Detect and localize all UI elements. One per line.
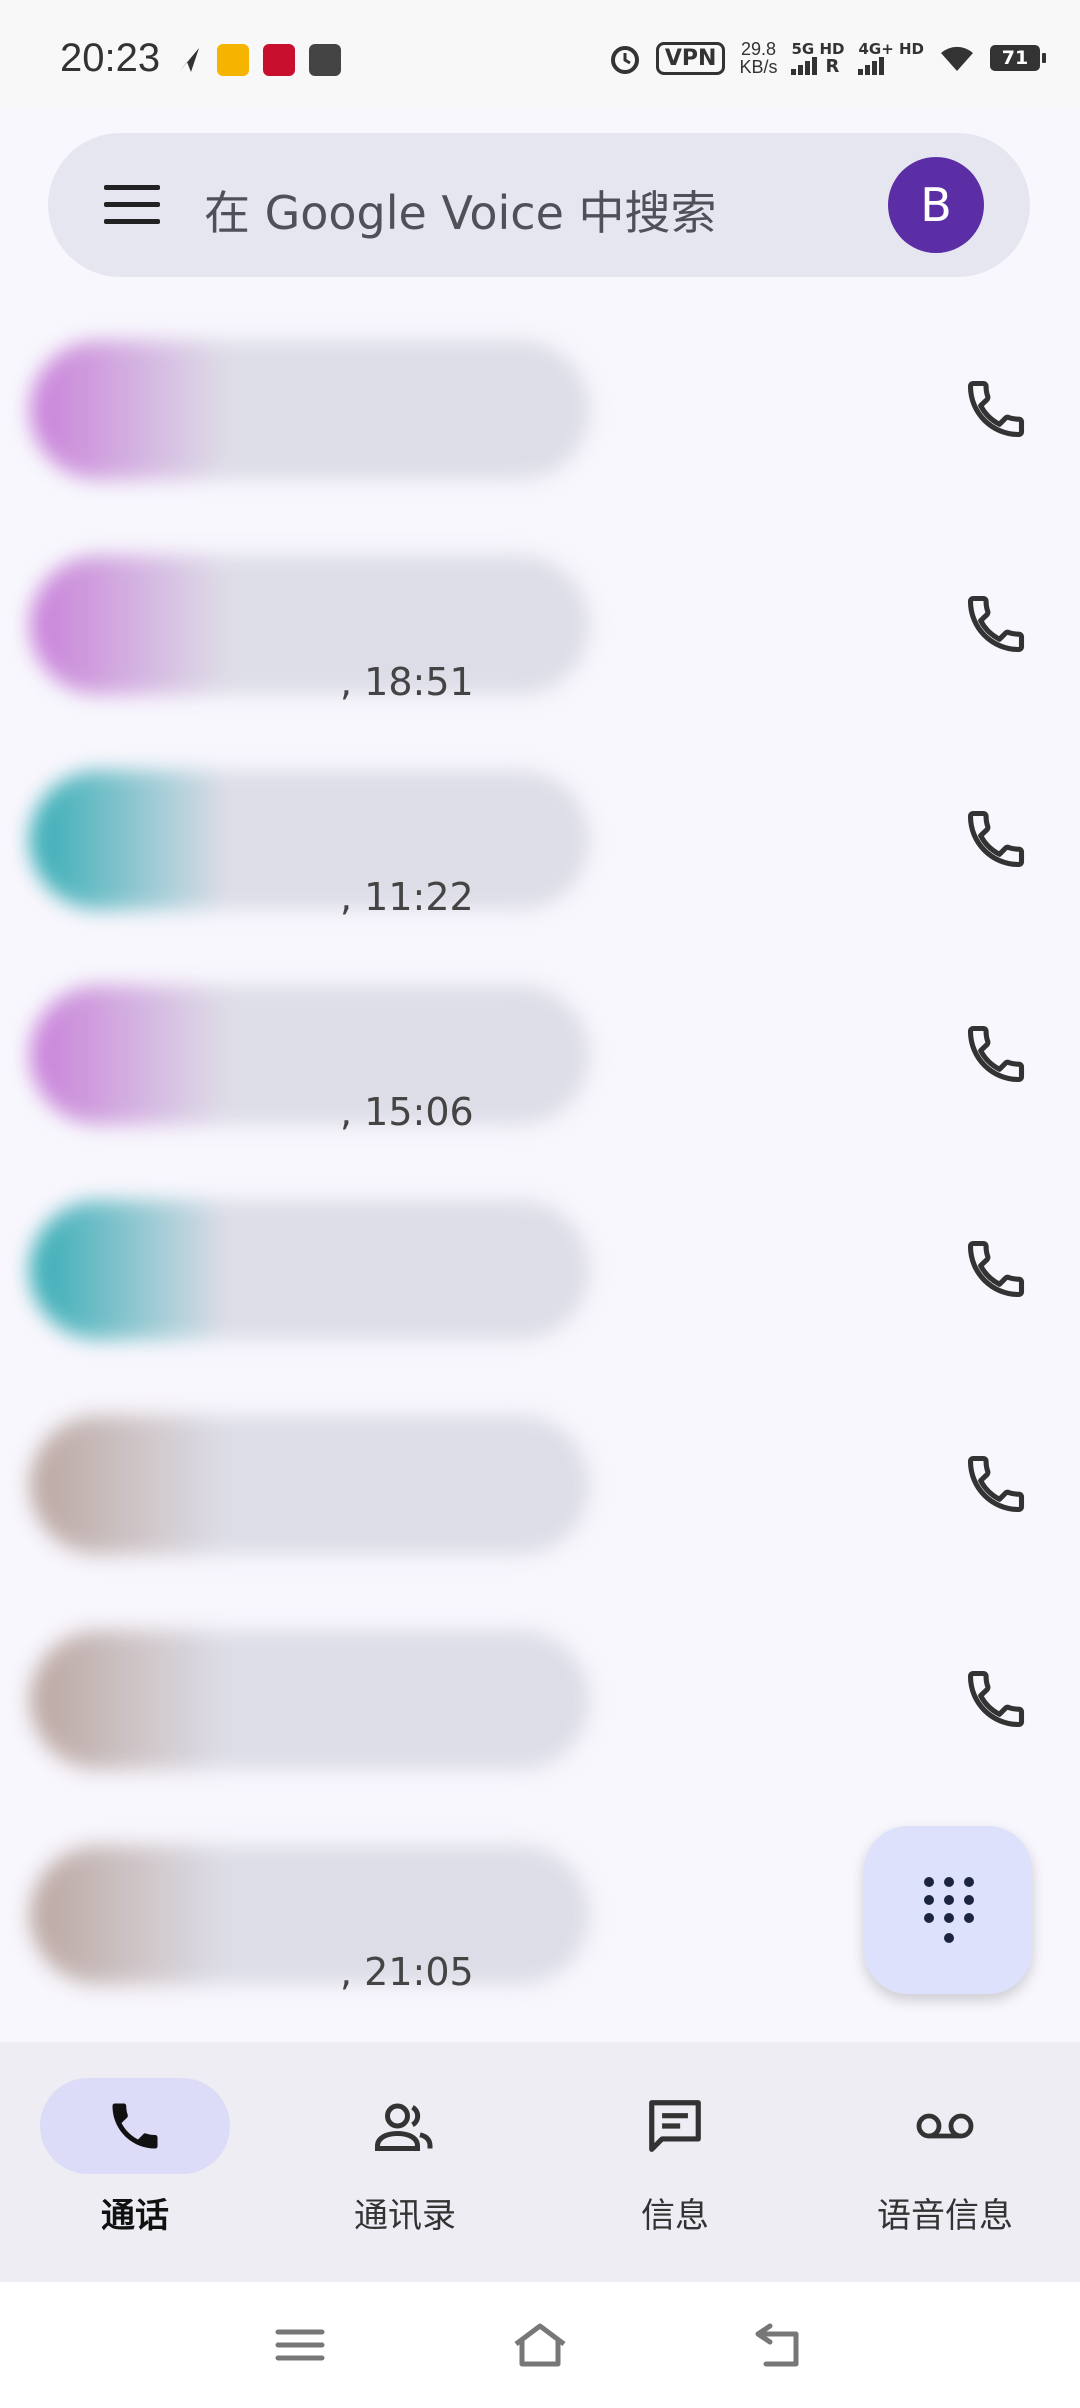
contact-blurred[interactable] [30,1415,590,1555]
search-placeholder[interactable]: 在 Google Voice 中搜索 [204,177,717,243]
location-arrow-icon [179,48,199,72]
contact-blurred[interactable] [30,555,590,695]
nav-contacts-label: 通讯录 [354,2196,456,2236]
account-avatar[interactable]: B [888,157,984,253]
phone-icon [112,2103,158,2149]
network-4g: 4G+ HD [858,41,924,75]
network-5g: 5G HD R [791,40,845,77]
nav-calls-pill[interactable] [40,2078,230,2174]
call-row[interactable] [0,305,1080,520]
call-time: , 21:05 [340,1950,474,1994]
call-phone-icon[interactable] [962,375,1030,443]
contact-blurred[interactable] [30,1630,590,1770]
network-speed: 29.8 KB/s [739,40,777,76]
contact-blurred[interactable] [30,985,590,1125]
home-icon[interactable] [512,2320,568,2370]
call-phone-icon[interactable] [962,805,1030,873]
net1-roaming: R [825,56,840,77]
recent-apps-icon[interactable] [272,2320,328,2370]
call-time: , 15:06 [340,1090,474,1134]
wifi-icon [941,46,973,71]
call-row[interactable] [0,1380,1080,1595]
call-phone-icon[interactable] [962,1450,1030,1518]
notification-icons [175,44,341,76]
nav-calls[interactable]: 通话 [0,2078,270,2237]
call-row[interactable]: , 11:22 [0,735,1080,950]
call-row[interactable]: , 15:06 [0,950,1080,1165]
contacts-icon [375,2103,433,2151]
call-phone-icon[interactable] [962,1020,1030,1088]
call-phone-icon[interactable] [962,1235,1030,1303]
nav-messages-label: 信息 [641,2196,709,2236]
nav-contacts-pill[interactable] [310,2078,500,2174]
dialpad-icon [924,1877,974,1943]
nav-voicemail-label: 语音信息 [877,2196,1013,2236]
call-phone-icon[interactable] [962,590,1030,658]
nav-voicemail-pill[interactable] [850,2078,1040,2174]
speed-value: 29.8 [740,39,776,59]
call-row[interactable] [0,1165,1080,1380]
signal-icon: R [791,56,844,77]
contact-blurred[interactable] [30,340,590,480]
call-time: , 11:22 [340,875,474,919]
nav-messages-pill[interactable] [580,2078,770,2174]
dialpad-button[interactable] [864,1826,1032,1994]
call-time: , 18:51 [340,660,474,704]
nav-voicemail[interactable]: 语音信息 [810,2078,1080,2237]
menu-icon[interactable] [104,185,160,225]
search-bar[interactable]: 在 Google Voice 中搜索 B [48,133,1030,277]
contact-blurred[interactable] [30,770,590,910]
net2-label: 4G+ HD [858,40,924,58]
status-time: 20:23 [60,36,161,80]
status-bar: 20:23 VPN 29.8 KB/s 5G HD R 4G+ HD 71 [0,0,1080,110]
system-nav-bar [0,2282,1080,2408]
speed-unit: KB/s [739,57,778,77]
mail-app-icon [217,44,249,76]
shop-app-icon [309,44,341,76]
call-row[interactable]: , 18:51 [0,520,1080,735]
call-phone-icon[interactable] [962,1665,1030,1733]
battery-icon: 71 [990,45,1046,71]
message-icon [649,2100,701,2152]
bank-app-icon [263,44,295,76]
vpn-badge: VPN [655,41,726,75]
status-right: VPN 29.8 KB/s 5G HD R 4G+ HD 71 [608,40,1046,77]
back-icon[interactable] [752,2320,808,2370]
call-row[interactable] [0,1595,1080,1810]
bottom-nav: 通话 通讯录 信息 语音信息 [0,2042,1080,2282]
nav-messages[interactable]: 信息 [540,2078,810,2237]
alarm-icon [610,46,639,74]
contact-blurred[interactable] [30,1200,590,1340]
contact-blurred[interactable] [30,1845,590,1985]
voicemail-icon [916,2113,974,2139]
net1-label: 5G HD [791,40,845,58]
nav-calls-label: 通话 [101,2196,169,2236]
nav-contacts[interactable]: 通讯录 [270,2078,540,2237]
signal-icon [858,57,924,75]
